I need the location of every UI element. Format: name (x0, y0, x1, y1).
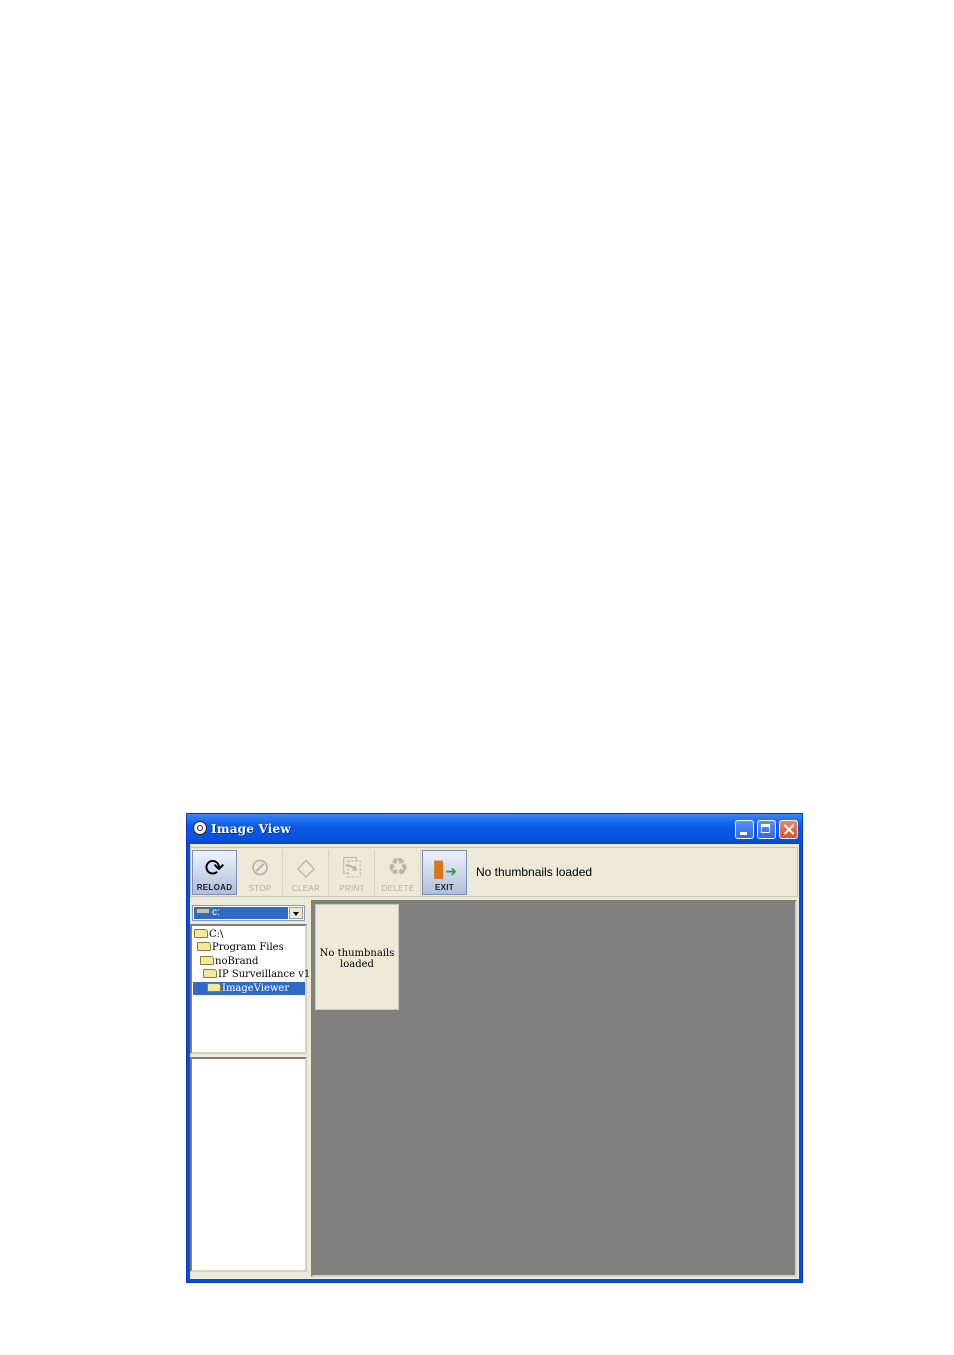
file-list[interactable] (190, 1057, 307, 1272)
hard-drive-icon (196, 908, 210, 914)
reload-label: RELOAD (196, 883, 233, 892)
toolbar: ⟳ RELOAD ⊘ STOP ◇ CLEAR ⎘ PRINT ♻ DELETE… (190, 847, 798, 897)
image-view-window: Image View ⟳ RELOAD ⊘ STOP ◇ CLEAR ⎘ PRI… (186, 813, 803, 1283)
maximize-button[interactable] (757, 820, 776, 839)
clear-button[interactable]: ◇ CLEAR (284, 850, 329, 895)
status-text: No thumbnails loaded (476, 865, 593, 879)
tree-item-label: ImageViewer (222, 983, 290, 994)
drive-label: c: (212, 907, 220, 918)
folder-tree[interactable]: C:\ Program Files noBrand IP Surveillanc… (190, 924, 310, 1054)
tree-item-ip-surveillance[interactable]: IP Surveillance v1 (203, 968, 310, 981)
open-folder-icon (203, 969, 217, 978)
delete-label: DELETE (381, 884, 415, 893)
tree-item-label: noBrand (215, 956, 259, 967)
thumbnail-placeholder: No thumbnails loaded (315, 904, 399, 1010)
thumbnail-placeholder-text: No thumbnails loaded (319, 948, 395, 970)
open-folder-icon (207, 983, 221, 992)
printer-icon: ⎘ (342, 854, 362, 881)
eraser-icon: ◇ (296, 854, 316, 881)
trash-icon: ♻ (387, 854, 409, 881)
title-bar[interactable]: Image View (187, 814, 802, 844)
open-folder-icon (200, 956, 214, 965)
tree-item-label: IP Surveillance v1 (218, 969, 311, 980)
stop-label: STOP (248, 884, 272, 893)
tree-item-label: C:\ (209, 929, 224, 940)
chevron-down-icon[interactable] (289, 907, 303, 919)
window-client-area: ⟳ RELOAD ⊘ STOP ◇ CLEAR ⎘ PRINT ♻ DELETE… (190, 844, 799, 1279)
drive-select-value: c: (194, 907, 288, 919)
tree-item-c-drive[interactable]: C:\ (194, 928, 223, 941)
tree-item-nobrand[interactable]: noBrand (200, 955, 258, 968)
app-icon[interactable] (193, 821, 207, 835)
thumbnail-area[interactable]: No thumbnails loaded (311, 900, 797, 1277)
left-panel: c: C:\ Program Files noBrand IP Surveill… (190, 902, 310, 1277)
window-title: Image View (211, 822, 291, 836)
open-folder-icon (197, 942, 211, 951)
clear-label: CLEAR (291, 884, 321, 893)
drive-select[interactable]: c: (192, 905, 305, 921)
delete-button[interactable]: ♻ DELETE (376, 850, 421, 895)
tree-item-imageviewer[interactable]: ImageViewer (193, 982, 305, 995)
stop-icon: ⊘ (249, 854, 271, 881)
reload-button[interactable]: ⟳ RELOAD (192, 850, 237, 895)
stop-button[interactable]: ⊘ STOP (238, 850, 283, 895)
minimize-button[interactable] (735, 820, 754, 839)
print-label: PRINT (339, 884, 365, 893)
tree-item-label: Program Files (212, 942, 284, 953)
exit-label: EXIT (435, 883, 454, 892)
reload-icon: ⟳ (204, 855, 225, 882)
print-button[interactable]: ⎘ PRINT (330, 850, 375, 895)
exit-door-icon: ▮➜ (432, 855, 457, 882)
close-button[interactable] (779, 820, 798, 839)
exit-button[interactable]: ▮➜ EXIT (422, 850, 467, 895)
open-folder-icon (194, 929, 208, 938)
tree-item-program-files[interactable]: Program Files (197, 941, 284, 954)
